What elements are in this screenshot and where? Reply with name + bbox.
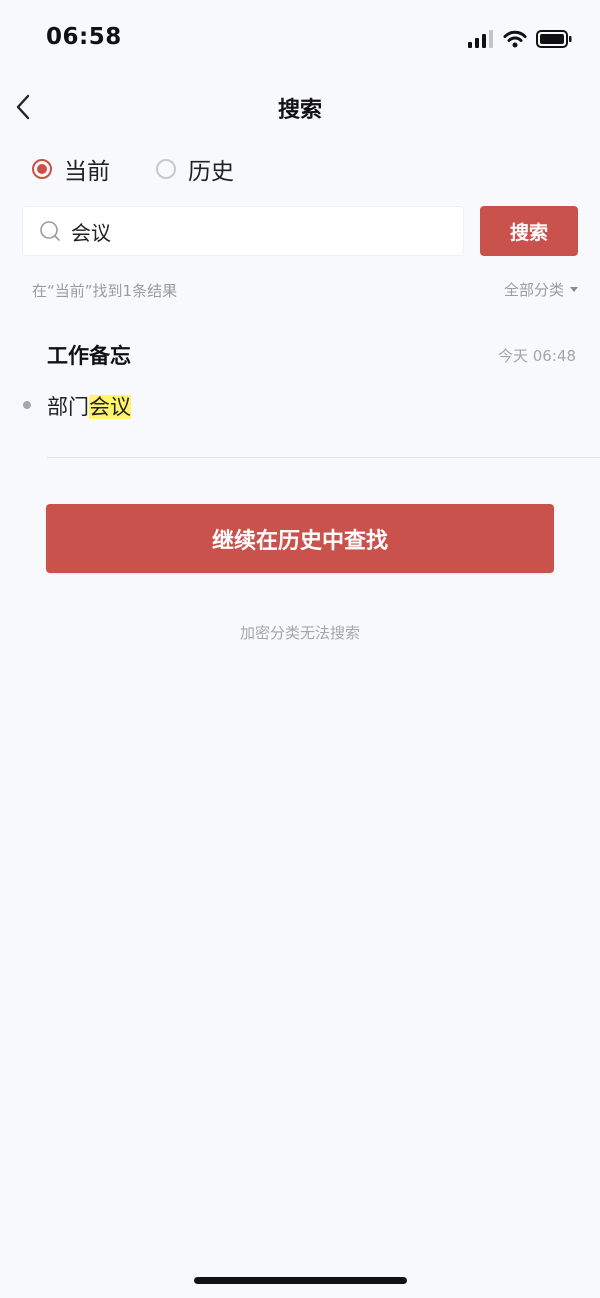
status-time: 06:58: [46, 24, 122, 50]
note-title: 工作备忘: [47, 344, 131, 368]
search-scope-group: 当前 历史: [32, 152, 280, 186]
search-icon: [40, 221, 60, 241]
battery-icon: [536, 30, 572, 48]
category-filter[interactable]: 全部分类: [504, 279, 578, 300]
note-snippet-highlight: 会议: [89, 395, 131, 419]
wifi-icon: [503, 30, 527, 48]
scope-history-label: 历史: [188, 159, 234, 185]
search-input[interactable]: [71, 219, 431, 243]
bullet-dot: [23, 401, 31, 409]
home-indicator: [194, 1277, 407, 1284]
scope-current-option[interactable]: 当前: [32, 152, 110, 186]
note-time: 今天 06:48: [498, 347, 576, 365]
note-snippet: 部门会议: [47, 391, 131, 421]
caret-down-icon: [570, 287, 578, 292]
search-box[interactable]: [22, 206, 464, 256]
divider: [47, 457, 600, 458]
status-bar: 06:58: [0, 0, 600, 78]
scope-current-label: 当前: [64, 159, 110, 185]
status-icons: [468, 28, 572, 50]
scope-history-option[interactable]: 历史: [156, 152, 234, 186]
scope-history-radio[interactable]: [156, 159, 176, 179]
continue-in-history-button[interactable]: 继续在历史中查找: [46, 504, 554, 573]
search-button[interactable]: 搜索: [480, 206, 578, 256]
cellular-signal-icon: [468, 30, 493, 48]
search-screen: 06:58 搜索 当前 历史 会议 搜索 在“当前”找到1条结果 全部分类 工作…: [0, 0, 600, 1298]
nav-bar: 搜索: [0, 82, 600, 132]
category-filter-label: 全部分类: [503, 281, 564, 299]
result-count: 在“当前”找到1条结果: [32, 282, 178, 300]
note-snippet-text: 部门: [47, 395, 89, 419]
page-title: 搜索: [277, 98, 322, 123]
result-note-item[interactable]: 工作备忘 今天 06:48 部门会议: [0, 330, 600, 458]
encrypted-hint: 加密分类无法搜索: [239, 624, 360, 642]
scope-current-radio[interactable]: [32, 159, 52, 179]
